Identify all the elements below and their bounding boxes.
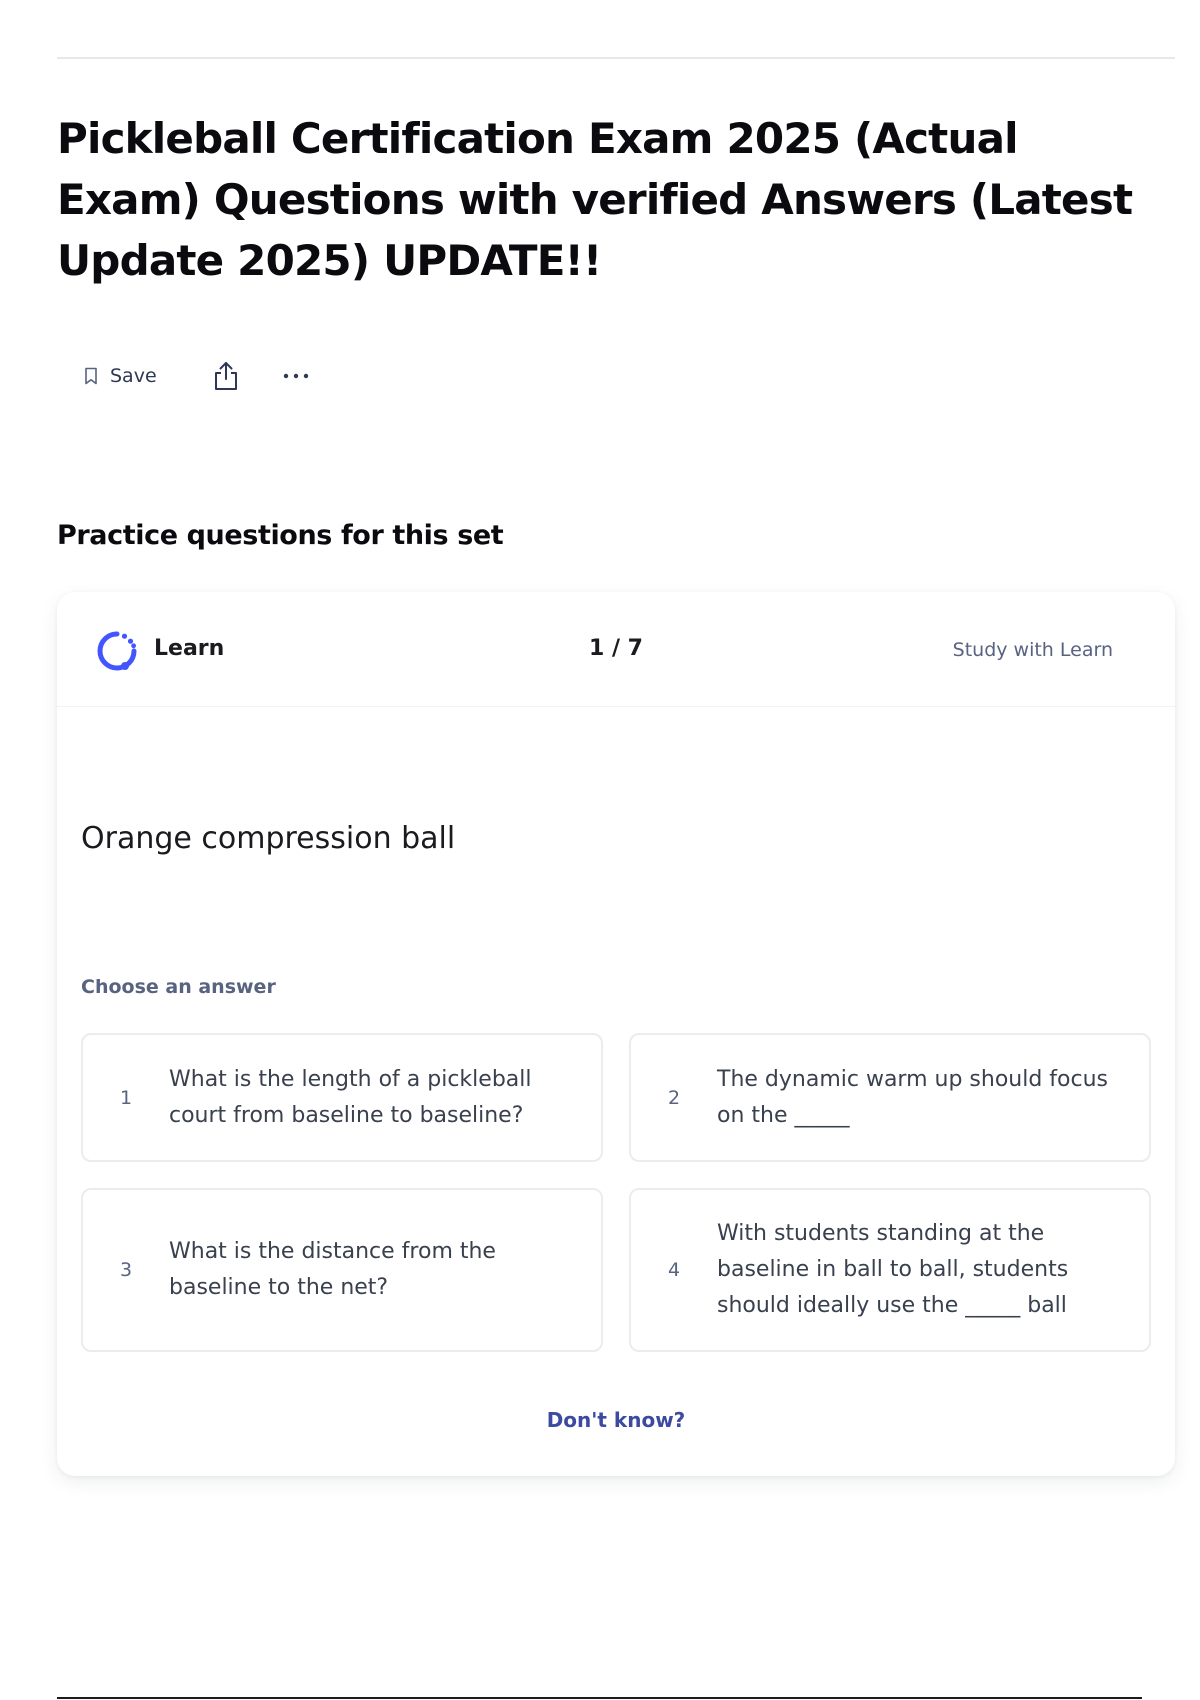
more-icon	[283, 373, 308, 379]
page-title: Pickleball Certification Exam 2025 (Actu…	[57, 114, 1133, 285]
answer-options: 1 What is the length of a pickleball cou…	[81, 1033, 1151, 1352]
share-icon	[214, 362, 237, 390]
option-text: What is the distance from the baseline t…	[169, 1239, 496, 1300]
answer-option-1[interactable]: 1 What is the length of a pickleball cou…	[81, 1033, 603, 1162]
card-header: Learn 1 / 7 Study with Learn	[57, 592, 1175, 707]
answer-option-2[interactable]: 2 The dynamic warm up should focus on th…	[629, 1033, 1151, 1162]
option-text: What is the length of a pickleball court…	[169, 1066, 532, 1128]
save-label: Save	[110, 365, 157, 387]
more-options-button[interactable]	[281, 356, 311, 396]
bookmark-icon	[85, 367, 97, 385]
answer-prompt: Choose an answer	[81, 976, 276, 998]
answer-option-4[interactable]: 4 With students standing at the baseline…	[629, 1188, 1151, 1352]
option-number: 2	[667, 1086, 681, 1109]
answer-option-3[interactable]: 3 What is the distance from the baseline…	[81, 1188, 603, 1352]
action-bar: Save	[72, 356, 311, 396]
section-title: Practice questions for this set	[57, 520, 504, 551]
option-text: With students standing at the baseline i…	[717, 1221, 1069, 1318]
practice-card: Learn 1 / 7 Study with Learn Orange comp…	[57, 592, 1175, 1476]
top-divider	[57, 57, 1175, 59]
question-term: Orange compression ball	[81, 821, 456, 856]
option-number: 1	[119, 1086, 133, 1109]
option-text: The dynamic warm up should focus on the …	[717, 1066, 1108, 1128]
study-with-learn-link[interactable]: Study with Learn	[953, 639, 1113, 661]
save-button[interactable]: Save	[72, 356, 169, 396]
bottom-divider	[57, 1697, 1142, 1699]
option-number: 3	[119, 1259, 133, 1281]
share-button[interactable]	[211, 356, 241, 396]
dont-know-button[interactable]: Don't know?	[57, 1408, 1175, 1432]
option-number: 4	[667, 1259, 681, 1281]
